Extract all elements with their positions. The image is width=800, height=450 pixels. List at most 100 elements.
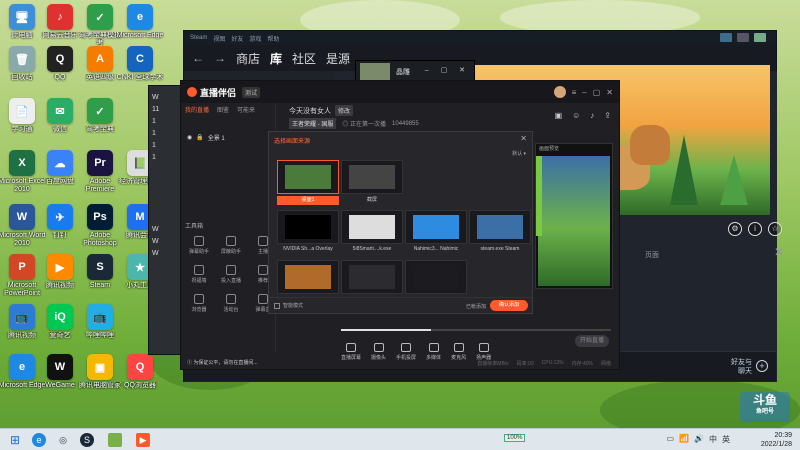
source-tile[interactable] — [341, 160, 403, 194]
tool-item[interactable]: 活动台 — [217, 294, 245, 313]
volume-bar[interactable] — [341, 329, 611, 331]
minimize-icon[interactable]: – — [582, 88, 586, 97]
broadcast-icon[interactable] — [720, 33, 732, 42]
desktop-icon[interactable]: Q QQ — [38, 46, 82, 100]
windows-start-icon[interactable]: ⊞ — [8, 433, 22, 447]
live-taskbar-icon[interactable]: ▶ — [136, 433, 150, 447]
game-taskbar-icon[interactable] — [108, 433, 122, 447]
desktop-icon[interactable]: iQ 爱奇艺 — [38, 304, 82, 358]
desktop-icon[interactable]: Pr Adobe Premiere — [78, 150, 122, 204]
forward-arrow-icon[interactable]: → — [214, 51, 226, 65]
confirm-add-button[interactable]: 确认添加 — [490, 300, 528, 311]
desktop-icon[interactable]: ✈ 钉钉 — [38, 204, 82, 258]
source-tile[interactable] — [277, 160, 339, 194]
desktop-icon[interactable]: ✉ 微信 — [38, 98, 82, 152]
monitor-icon[interactable]: ▭ — [667, 434, 675, 445]
bell-icon[interactable]: ♪ — [590, 111, 594, 120]
source-button[interactable]: 手机投屏 — [396, 343, 416, 361]
source-button[interactable]: 直播屏幕 — [341, 343, 361, 361]
nav-library[interactable]: 库 — [270, 50, 282, 67]
nav-user[interactable]: 是源 — [326, 50, 350, 67]
steam-menu-item[interactable]: 好友 — [231, 34, 243, 43]
tab-my-live[interactable]: 我的直播 — [185, 105, 209, 114]
tool-item[interactable]: 弹幕助手 — [185, 236, 213, 255]
edit-title-button[interactable]: 修改 — [335, 105, 354, 116]
overlay-window[interactable]: 晶雕 – ▢ ✕ — [355, 60, 475, 82]
source-tile[interactable] — [277, 210, 339, 244]
desktop-icon[interactable]: ✓ 驾考宝典 — [78, 98, 122, 152]
lock-icon[interactable]: 🔒 — [196, 134, 203, 141]
ime-indicator[interactable]: 中 — [709, 434, 717, 445]
close-icon[interactable]: ✕ — [774, 245, 784, 259]
source-tile[interactable] — [341, 210, 403, 244]
app-icon: S — [87, 254, 113, 280]
notification-icon[interactable] — [737, 33, 749, 42]
tab-gallery[interactable]: 图鉴 — [217, 105, 229, 114]
battery-indicator[interactable]: 100% — [504, 434, 526, 442]
source-button[interactable]: 麦克风 — [451, 343, 466, 361]
info-icon[interactable]: i — [748, 222, 762, 236]
add-friend-icon[interactable]: + — [756, 360, 768, 372]
avatar[interactable] — [754, 33, 766, 42]
tool-item[interactable]: 投入直播 — [217, 265, 245, 284]
volume-icon[interactable]: 🔊 — [694, 434, 704, 445]
nav-community[interactable]: 社区 — [292, 50, 316, 67]
desktop-icon[interactable]: ☁ 百度网盘 — [38, 150, 82, 204]
sort-select[interactable]: 默认 ▾ — [512, 150, 526, 157]
avatar[interactable] — [553, 86, 566, 98]
desktop-icon[interactable]: W WeGame — [38, 354, 82, 408]
stat-item: 直播帧率MB/s — [477, 361, 509, 367]
back-arrow-icon[interactable]: ← — [192, 51, 204, 65]
clock[interactable]: 20:39 2022/1/28 — [761, 431, 792, 449]
cancel-button[interactable]: 已帐添加 — [466, 303, 486, 310]
desktop-icon[interactable]: A 英语四级 — [78, 46, 122, 100]
desktop-icon[interactable]: ▣ 腾讯电脑管家 — [78, 354, 122, 408]
steam-menu-item[interactable]: 游戏 — [249, 34, 261, 43]
steam-taskbar-icon[interactable]: S — [80, 433, 94, 447]
desktop-icon[interactable]: Ps Adobe Photoshop — [78, 204, 122, 258]
search-icon[interactable]: ◎ — [56, 433, 70, 447]
share-icon[interactable]: ⇪ — [604, 111, 611, 120]
checkbox-box[interactable] — [274, 302, 280, 309]
tool-item[interactable]: 屏蔽助手 — [217, 236, 245, 255]
steam-menu-item[interactable]: 视图 — [213, 34, 225, 43]
smart-mode-checkbox[interactable]: 智能模式 — [274, 302, 303, 309]
menu-icon[interactable]: ≡ — [572, 88, 577, 97]
desktop-icon[interactable]: S Steam — [78, 254, 122, 308]
desktop-icon[interactable]: Q QQ浏览器 — [118, 354, 162, 408]
scene-label[interactable]: 全景 1 — [208, 133, 225, 142]
source-button[interactable]: 摄像头 — [371, 343, 386, 361]
source-button[interactable]: 扬声器 — [476, 343, 491, 361]
source-tile[interactable] — [341, 260, 403, 294]
source-tile[interactable] — [405, 260, 467, 294]
favorite-icon[interactable]: ☆ — [768, 222, 782, 236]
source-tile[interactable] — [277, 260, 339, 294]
start-live-button[interactable]: 开始直播 — [575, 335, 609, 347]
network-icon[interactable]: 📶 — [679, 434, 689, 445]
edge-icon[interactable]: e — [32, 433, 46, 447]
gift-icon[interactable]: ▣ — [555, 111, 563, 120]
fans-icon[interactable]: ☺ — [572, 111, 580, 120]
source-button[interactable]: 多媒体 — [426, 343, 441, 361]
eye-icon[interactable]: ◉ — [187, 134, 192, 141]
friends-chat-button[interactable]: 好友与 聊天 — [731, 358, 752, 376]
desktop-icon[interactable]: ▶ 腾讯视频 — [38, 254, 82, 308]
settings-icon[interactable]: ⚙ — [728, 222, 742, 236]
desktop-icon[interactable]: 📺 哔哩哔哩 — [78, 304, 122, 358]
overlay-title: 晶雕 — [396, 69, 410, 76]
source-tile[interactable] — [405, 210, 467, 244]
window-controls[interactable]: – ▢ ✕ — [425, 66, 470, 74]
tool-item[interactable]: 浏览器 — [185, 294, 213, 313]
tab-extra[interactable]: 可能来 — [237, 105, 255, 114]
steam-menu-item[interactable]: 帮助 — [267, 34, 279, 43]
close-icon[interactable]: ✕ — [520, 134, 527, 143]
douyu-watermark: 斗鱼 鱼吧号 — [740, 392, 790, 422]
steam-menu-item[interactable]: Steam — [190, 35, 207, 41]
lang-indicator[interactable]: 英 — [722, 434, 730, 445]
category-tag[interactable]: 王者荣耀 - 国服 — [289, 118, 337, 129]
nav-store[interactable]: 商店 — [236, 50, 260, 67]
maximize-icon[interactable]: ▢ — [593, 88, 601, 97]
tool-item[interactable]: 祝福墙 — [185, 265, 213, 284]
source-tile[interactable] — [469, 210, 531, 244]
close-icon[interactable]: ✕ — [606, 88, 613, 97]
